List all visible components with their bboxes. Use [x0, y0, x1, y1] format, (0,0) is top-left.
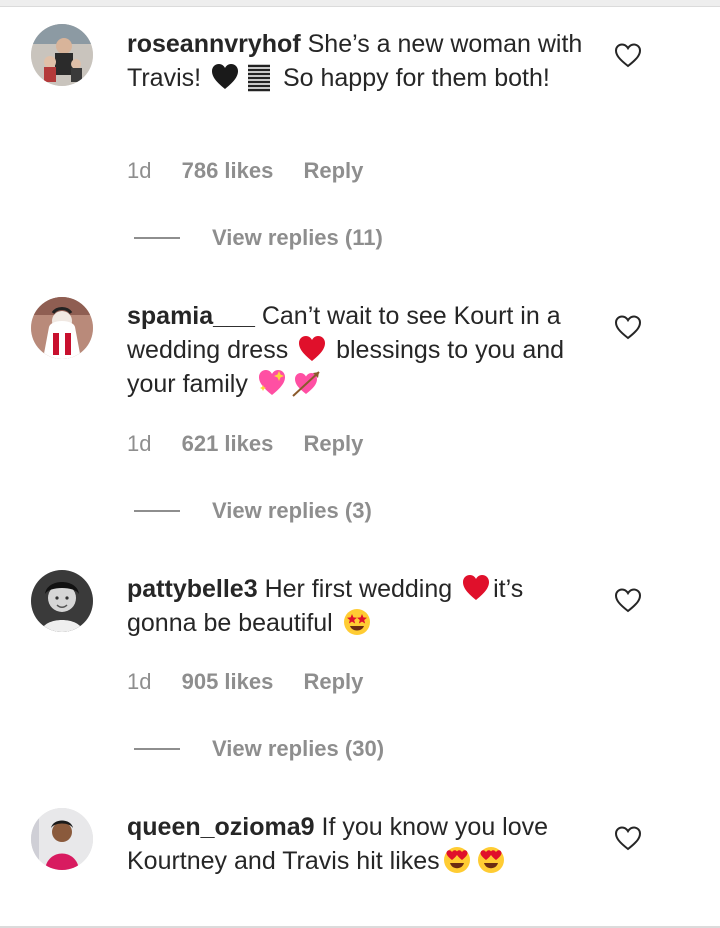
- heart-with-arrow-icon: [291, 368, 321, 398]
- replies-divider: [134, 510, 180, 512]
- red-heart-icon: [461, 573, 491, 603]
- comment-username[interactable]: pattybelle3: [127, 575, 258, 603]
- comment-text: pattybelle3 Her first wedding it’s gonna…: [127, 572, 597, 640]
- likes-count[interactable]: 905 likes: [182, 669, 274, 694]
- top-divider: [0, 0, 720, 7]
- reply-button[interactable]: Reply: [303, 669, 363, 694]
- comment-time: 1d: [127, 158, 152, 183]
- reply-button[interactable]: Reply: [303, 158, 363, 183]
- reply-button[interactable]: Reply: [303, 431, 363, 456]
- comment-username[interactable]: queen_ozioma9: [127, 813, 315, 841]
- replies-divider: [134, 237, 180, 239]
- view-replies-label: View replies (3): [212, 498, 372, 523]
- likes-count[interactable]: 621 likes: [182, 431, 274, 456]
- comment-time: 1d: [127, 431, 152, 456]
- comment-username[interactable]: spamia___: [127, 302, 255, 330]
- like-heart-icon[interactable]: [614, 314, 642, 340]
- view-replies-button[interactable]: View replies (3): [134, 498, 372, 524]
- likes-count[interactable]: 786 likes: [182, 158, 274, 183]
- like-heart-icon[interactable]: [614, 587, 642, 613]
- avatar[interactable]: [31, 570, 93, 632]
- comment-body: So happy for them both!: [276, 64, 550, 92]
- comment-text: queen_ozioma9 If you know you love Kourt…: [127, 810, 597, 878]
- memo-icon: [244, 62, 274, 92]
- avatar[interactable]: [31, 297, 93, 359]
- view-replies-button[interactable]: View replies (30): [134, 736, 384, 762]
- view-replies-label: View replies (30): [212, 736, 385, 761]
- comment-text: roseannvryhof She’s a new woman with Tra…: [127, 27, 597, 95]
- black-heart-icon: [210, 62, 240, 92]
- comment-time: 1d: [127, 669, 152, 694]
- replies-divider: [134, 748, 180, 750]
- comment-text: spamia___ Can’t wait to see Kourt in a w…: [127, 299, 597, 401]
- avatar[interactable]: [31, 808, 93, 870]
- like-heart-icon[interactable]: [614, 42, 642, 68]
- star-struck-icon: [342, 607, 372, 637]
- heart-eyes-icon: [476, 845, 506, 875]
- view-replies-label: View replies (11): [212, 225, 383, 250]
- red-heart-icon: [297, 334, 327, 364]
- avatar[interactable]: [31, 24, 93, 86]
- comment-username[interactable]: roseannvryhof: [127, 30, 301, 58]
- heart-eyes-icon: [442, 845, 472, 875]
- comment-body: Her first wedding: [264, 575, 460, 603]
- view-replies-button[interactable]: View replies (11): [134, 225, 383, 251]
- like-heart-icon[interactable]: [614, 825, 642, 851]
- sparkling-heart-icon: [257, 368, 287, 398]
